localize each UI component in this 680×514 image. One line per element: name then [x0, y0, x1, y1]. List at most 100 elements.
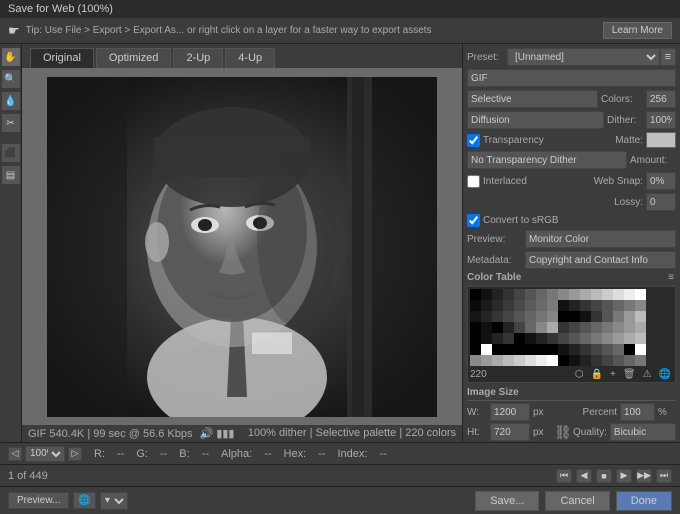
color-cell[interactable]: [503, 333, 514, 344]
color-cell[interactable]: [492, 289, 503, 300]
color-cell[interactable]: [591, 355, 602, 366]
color-cell[interactable]: [624, 322, 635, 333]
color-cell[interactable]: [569, 355, 580, 366]
dither-input[interactable]: [646, 111, 676, 129]
learn-more-button[interactable]: Learn More: [603, 22, 672, 39]
color-cell[interactable]: [547, 300, 558, 311]
color-cell[interactable]: [481, 289, 492, 300]
color-cell[interactable]: [624, 311, 635, 322]
color-cell[interactable]: [536, 333, 547, 344]
color-cell[interactable]: [613, 311, 624, 322]
color-cell[interactable]: [525, 289, 536, 300]
color-cell[interactable]: [602, 300, 613, 311]
browser-select[interactable]: ▾: [100, 492, 128, 510]
matte-color-swatch[interactable]: [646, 132, 676, 148]
color-cell[interactable]: [481, 300, 492, 311]
color-cell[interactable]: [514, 322, 525, 333]
done-button[interactable]: Done: [616, 491, 672, 511]
color-cell[interactable]: [602, 311, 613, 322]
color-cell[interactable]: [613, 355, 624, 366]
color-cell[interactable]: [591, 344, 602, 355]
hand-tool[interactable]: ✋: [2, 48, 20, 66]
color-cell[interactable]: [580, 344, 591, 355]
color-cell[interactable]: [525, 333, 536, 344]
color-cell[interactable]: [514, 355, 525, 366]
tab-2up[interactable]: 2-Up: [173, 48, 223, 68]
color-cell[interactable]: [558, 322, 569, 333]
color-cell[interactable]: [503, 355, 514, 366]
color-cell[interactable]: [635, 355, 646, 366]
color-cell[interactable]: [492, 344, 503, 355]
format-select[interactable]: GIF: [467, 69, 676, 87]
colors-input[interactable]: [646, 90, 676, 108]
color-cell[interactable]: [525, 355, 536, 366]
color-cell[interactable]: [558, 300, 569, 311]
metadata-select[interactable]: Copyright and Contact Info: [525, 251, 676, 269]
color-cell[interactable]: [492, 300, 503, 311]
color-cell[interactable]: [569, 311, 580, 322]
color-cell[interactable]: [470, 333, 481, 344]
color-cell[interactable]: [481, 311, 492, 322]
percent-input[interactable]: [620, 403, 655, 421]
first-frame-btn[interactable]: ⏮: [556, 469, 572, 483]
color-cell[interactable]: [602, 333, 613, 344]
color-cell[interactable]: [602, 322, 613, 333]
color-cell[interactable]: [536, 300, 547, 311]
color-cell[interactable]: [547, 344, 558, 355]
web-snap-input[interactable]: [646, 172, 676, 190]
color-cell[interactable]: [602, 344, 613, 355]
color-cell[interactable]: [635, 344, 646, 355]
color-cell[interactable]: [503, 322, 514, 333]
color-cell[interactable]: [624, 333, 635, 344]
color-table-menu-btn[interactable]: ≡: [666, 272, 676, 283]
color-cell[interactable]: [558, 333, 569, 344]
color-cell[interactable]: [536, 344, 547, 355]
color-cell[interactable]: [492, 311, 503, 322]
convert-srgb-checkbox[interactable]: [467, 214, 480, 227]
color-cell[interactable]: [503, 289, 514, 300]
color-cell[interactable]: [536, 322, 547, 333]
color-cell[interactable]: [635, 333, 646, 344]
zoom-select[interactable]: 100%: [25, 446, 65, 462]
color-cell[interactable]: [591, 311, 602, 322]
ct-add-btn[interactable]: +: [608, 369, 618, 380]
color-cell[interactable]: [470, 289, 481, 300]
ct-warning-btn[interactable]: ⚠: [641, 369, 654, 380]
color-cell[interactable]: [624, 355, 635, 366]
color-cell[interactable]: [547, 333, 558, 344]
toggle-tool-1[interactable]: ⬛: [2, 144, 20, 162]
color-cell[interactable]: [558, 311, 569, 322]
color-cell[interactable]: [536, 311, 547, 322]
prev-frame-btn[interactable]: ◀: [576, 469, 592, 483]
color-cell[interactable]: [591, 333, 602, 344]
color-cell[interactable]: [635, 322, 646, 333]
color-cell[interactable]: [525, 311, 536, 322]
color-cell[interactable]: [613, 289, 624, 300]
color-cell[interactable]: [547, 289, 558, 300]
width-input[interactable]: [490, 403, 530, 421]
color-cell[interactable]: [624, 300, 635, 311]
color-cell[interactable]: [547, 311, 558, 322]
color-cell[interactable]: [481, 355, 492, 366]
color-cell[interactable]: [525, 344, 536, 355]
stop-btn[interactable]: ■: [596, 469, 612, 483]
color-cell[interactable]: [514, 344, 525, 355]
tab-original[interactable]: Original: [30, 48, 94, 68]
preview-button[interactable]: Preview...: [8, 492, 69, 509]
ct-web-btn[interactable]: 🌐: [657, 369, 673, 380]
color-cell[interactable]: [547, 355, 558, 366]
link-dimensions-icon[interactable]: ⛓: [554, 424, 570, 441]
preview-select[interactable]: Monitor Color: [525, 230, 676, 248]
color-cell[interactable]: [481, 344, 492, 355]
interlaced-checkbox[interactable]: [467, 175, 480, 188]
color-cell[interactable]: [536, 289, 547, 300]
color-cell[interactable]: [624, 289, 635, 300]
color-cell[interactable]: [492, 355, 503, 366]
color-cell[interactable]: [558, 355, 569, 366]
save-button[interactable]: Save...: [475, 491, 539, 511]
color-cell[interactable]: [613, 300, 624, 311]
color-cell[interactable]: [470, 344, 481, 355]
color-cell[interactable]: [635, 289, 646, 300]
preset-select[interactable]: [Unnamed]: [507, 48, 660, 66]
color-cell[interactable]: [580, 322, 591, 333]
